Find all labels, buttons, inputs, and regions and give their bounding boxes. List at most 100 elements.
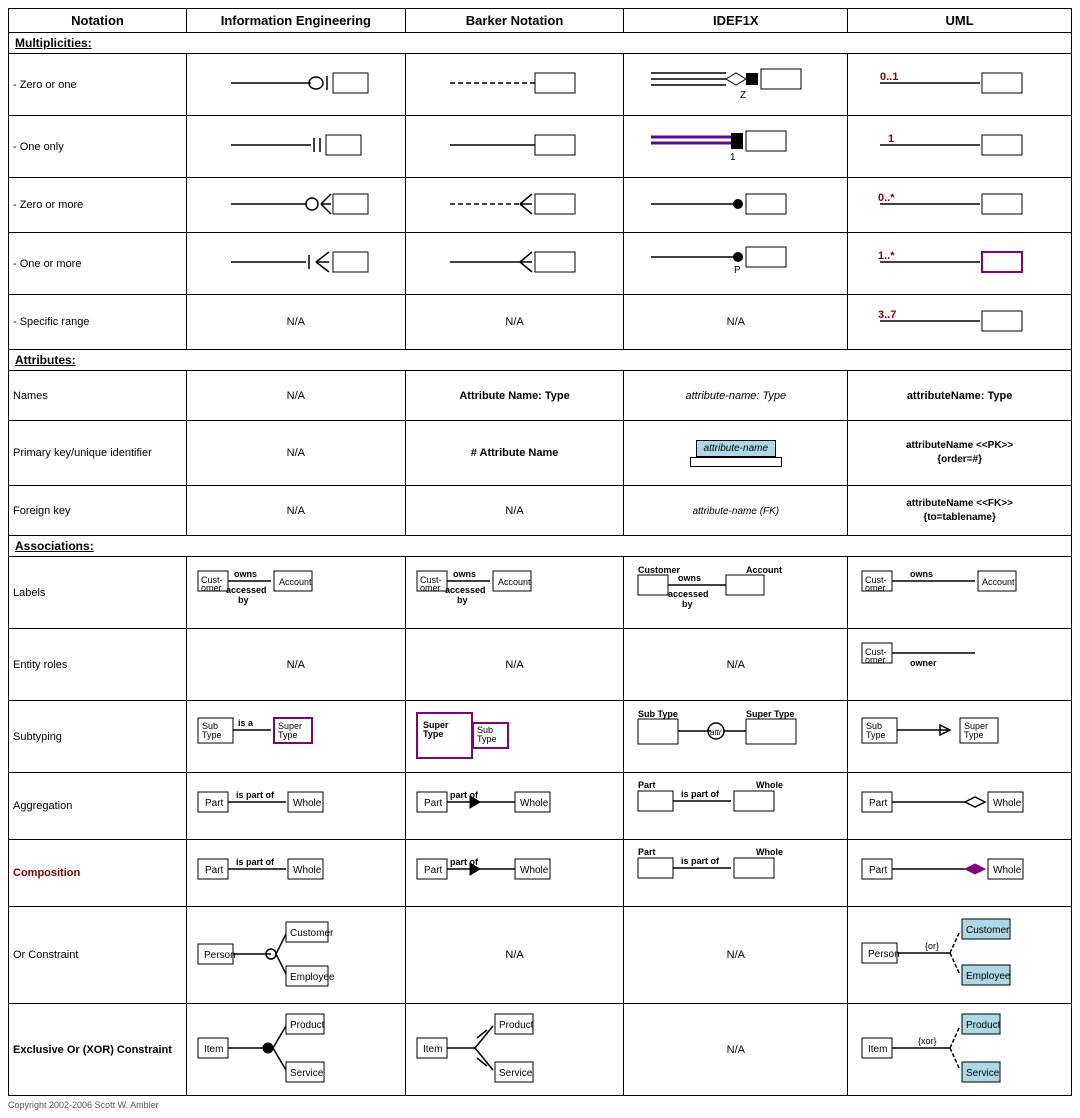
barker-xor-svg: Item Product Service [415, 1008, 615, 1088]
svg-text:Part: Part [638, 780, 656, 790]
barker-labels: Cust- omer owns accessed by Account [405, 557, 624, 629]
ie-labels-svg: Cust- omer owns accessed by Account [196, 561, 396, 621]
row-subtyping-label: Subtyping [9, 701, 187, 773]
svg-text:Type: Type [423, 729, 443, 739]
row-specific-range-label: - Specific range [9, 295, 187, 350]
svg-text:Account: Account [279, 577, 312, 587]
barker-aggregation-svg: Part part of Whole [415, 780, 615, 830]
uml-zero-or-more-svg: 0..* [870, 184, 1050, 224]
svg-text:accessed: accessed [445, 585, 486, 595]
table-row: - Zero or more [9, 178, 1072, 233]
row-primary-key-label: Primary key/unique identifier [9, 421, 187, 486]
uml-or-constraint-svg: Person {or} Customer Employee [860, 911, 1060, 996]
barker-foreign-key: N/A [405, 486, 624, 536]
svg-text:omer: omer [865, 583, 886, 593]
header-uml: UML [848, 9, 1072, 33]
uml-one-only: 1 [848, 116, 1072, 178]
header-ie: Information Engineering [187, 9, 406, 33]
ie-labels: Cust- omer owns accessed by Account [187, 557, 406, 629]
barker-one-only [405, 116, 624, 178]
idef-zero-or-more [624, 178, 848, 233]
ie-foreign-key: N/A [187, 486, 406, 536]
ie-one-only [187, 116, 406, 178]
idef-entity-roles-na: N/A [727, 659, 745, 671]
svg-text:Type: Type [278, 730, 298, 740]
ie-primary-key-na: N/A [287, 447, 305, 459]
barker-one-only-svg [440, 125, 590, 165]
barker-or-constraint: N/A [405, 907, 624, 1004]
ie-zero-or-one [187, 54, 406, 116]
table-row: Foreign key N/A N/A attribute-name (FK) … [9, 486, 1072, 536]
svg-text:Whole: Whole [293, 798, 322, 809]
barker-zero-or-one-svg [440, 63, 590, 103]
svg-text:owns: owns [910, 569, 933, 579]
svg-text:P: P [734, 265, 741, 276]
idef-one-or-more: P [624, 233, 848, 295]
uml-labels-svg: Cust- omer owns Account [860, 561, 1060, 621]
uml-names: attributeName: Type [848, 371, 1072, 421]
idef-foreign-key-text: attribute-name (FK) [692, 506, 779, 517]
ie-zero-or-more [187, 178, 406, 233]
svg-text:1..*: 1..* [878, 250, 895, 262]
ie-names-na: N/A [287, 390, 305, 402]
barker-or-na: N/A [505, 949, 523, 961]
idef-subtyping: Sub Type Super Type attr [624, 701, 848, 773]
svg-text:Whole: Whole [756, 780, 783, 790]
ie-primary-key: N/A [187, 421, 406, 486]
svg-text:3..7: 3..7 [878, 309, 896, 321]
barker-specific-range: N/A [405, 295, 624, 350]
idef-or-na: N/A [727, 949, 745, 961]
idef-aggregation: Part Whole is part of [624, 773, 848, 840]
idef-primary-key: attribute-name [624, 421, 848, 486]
idef-specific-range-na: N/A [727, 316, 745, 328]
uml-zero-or-one-svg: 0..1 [870, 63, 1050, 103]
table-row: Exclusive Or (XOR) Constraint Item Produ… [9, 1004, 1072, 1096]
ie-entity-roles: N/A [187, 629, 406, 701]
barker-one-or-more [405, 233, 624, 295]
svg-text:Part: Part [205, 798, 224, 809]
svg-text:accessed: accessed [668, 589, 709, 599]
ie-composition-svg: Part is part of Whole [196, 847, 396, 897]
barker-composition: Part part of Whole [405, 840, 624, 907]
barker-subtyping-svg: Super Type Sub Type [415, 708, 615, 763]
svg-text:owns: owns [453, 569, 476, 579]
ie-subtyping: Sub Type is a Super Type [187, 701, 406, 773]
svg-text:Product: Product [290, 1020, 325, 1031]
ie-specific-range: N/A [187, 295, 406, 350]
row-one-only-label: - One only [9, 116, 187, 178]
svg-text:Whole: Whole [993, 865, 1022, 876]
uml-aggregation: Part Whole [848, 773, 1072, 840]
idef-zero-or-more-svg [646, 184, 826, 224]
barker-primary-key: # Attribute Name [405, 421, 624, 486]
row-foreign-key-label: Foreign key [9, 486, 187, 536]
svg-text:is part of: is part of [236, 790, 275, 800]
svg-text:is a: is a [238, 718, 254, 728]
uml-primary-key: attributeName <<PK>>{order=#} [848, 421, 1072, 486]
svg-text:Person: Person [204, 950, 236, 961]
ie-aggregation-svg: Part is part of Whole [196, 780, 396, 830]
row-labels-label: Labels [9, 557, 187, 629]
svg-text:1: 1 [730, 152, 736, 163]
svg-text:{xor}: {xor} [918, 1036, 937, 1046]
svg-text:Service: Service [499, 1068, 533, 1079]
uml-names-text: attributeName: Type [907, 390, 1013, 402]
uml-xor-svg: Item {xor} Product Service [860, 1008, 1060, 1088]
svg-text:owner: owner [910, 658, 937, 668]
barker-labels-svg: Cust- omer owns accessed by Account [415, 561, 615, 621]
svg-text:by: by [457, 595, 468, 605]
idef-names-text: attribute-name: Type [685, 390, 786, 402]
svg-text:Part: Part [205, 865, 224, 876]
idef-specific-range: N/A [624, 295, 848, 350]
uml-zero-or-one: 0..1 [848, 54, 1072, 116]
svg-text:Account: Account [498, 577, 531, 587]
multiplicities-header: Multiplicities: [15, 36, 92, 50]
svg-text:omer: omer [420, 583, 441, 593]
svg-text:Part: Part [869, 798, 888, 809]
table-row: Primary key/unique identifier N/A # Attr… [9, 421, 1072, 486]
table-row: Aggregation Part is part of Whole Part [9, 773, 1072, 840]
associations-header: Associations: [15, 539, 94, 553]
header-notation: Notation [9, 9, 187, 33]
svg-text:Service: Service [966, 1068, 1000, 1079]
svg-text:omer: omer [201, 583, 222, 593]
barker-subtyping: Super Type Sub Type [405, 701, 624, 773]
